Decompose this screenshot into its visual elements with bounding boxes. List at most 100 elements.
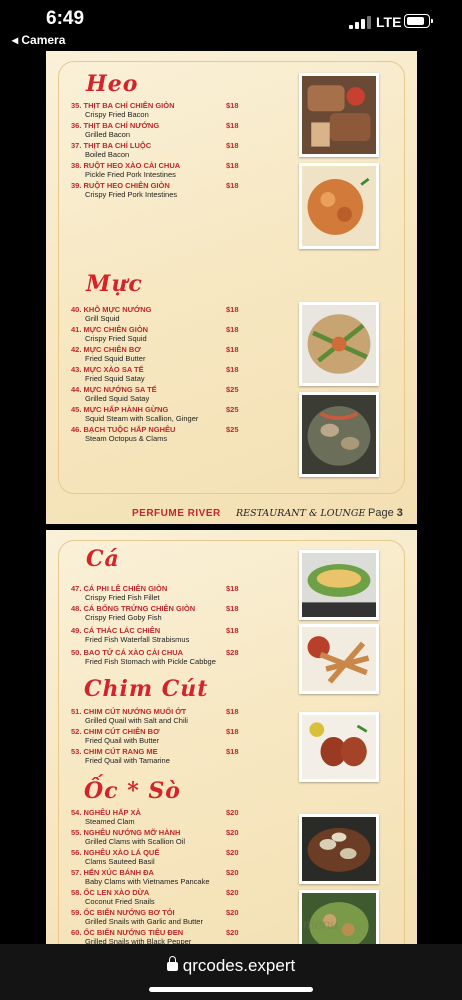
menu-item: 37. THỊT BA CHỈ LUỘC Boiled Bacon $18 xyxy=(71,141,241,163)
battery-icon xyxy=(404,14,433,28)
item-vn-name: 42. MỰC CHIÊN BƠ xyxy=(71,345,141,354)
item-price: $18 xyxy=(226,584,239,593)
item-vn-name: 55. NGHÊU NƯỚNG MỠ HÀNH xyxy=(71,828,181,837)
clams-photo xyxy=(299,814,379,884)
item-vn-name: 53. CHIM CÚT RANG ME xyxy=(71,747,158,756)
page-footer: PERFUME RIVER RESTAURANT & LOUNGE Page 3 xyxy=(46,505,417,524)
section-title-oc-so: Ốc * Sò xyxy=(84,778,181,804)
item-price: $18 xyxy=(226,345,239,354)
item-vn-name: 45. MỰC HẤP HÀNH GỪNG xyxy=(71,405,169,414)
item-price: $20 xyxy=(226,848,239,857)
item-en-name: Coconut Fried Snails xyxy=(85,897,155,906)
quail-photo xyxy=(299,712,379,782)
item-price: $18 xyxy=(226,181,239,190)
item-price: $18 xyxy=(226,325,239,334)
item-vn-name: 35. THỊT BA CHỈ CHIÊN GIÒN xyxy=(71,101,175,110)
item-en-name: Crispy Fried Squid xyxy=(85,334,147,343)
home-indicator[interactable] xyxy=(149,987,313,992)
menu-page-3: Heo 35. THỊT BA CHỈ CHIÊN GIÒN Crispy Fri… xyxy=(46,51,417,524)
item-price: $18 xyxy=(226,707,239,716)
section-title-heo: Heo xyxy=(86,71,139,97)
item-vn-name: 46. BẠCH TUỘC HẤP NGHÊU xyxy=(71,425,176,434)
menu-watermark: menu xyxy=(303,916,339,932)
page-number: Page 3 xyxy=(368,507,403,519)
menu-page-4: Cá 47. CÁ PHI LÊ CHIÊN GIÒN Crispy Fried … xyxy=(46,530,417,974)
item-vn-name: 38. RUỘT HEO XÀO CẢI CHUA xyxy=(71,161,181,170)
menu-item: 58. ỐC LEN XÀO DỪA Coconut Fried Snails $2… xyxy=(71,888,241,910)
section-title-ca: Cá xyxy=(86,546,120,572)
menu-item: 53. CHIM CÚT RANG ME Fried Quail with Tam… xyxy=(71,747,241,769)
item-vn-name: 39. RUỘT HEO CHIÊN GIÒN xyxy=(71,181,170,190)
item-vn-name: 37. THỊT BA CHỈ LUỘC xyxy=(71,141,152,150)
item-en-name: Steamed Clam xyxy=(85,817,135,826)
status-bar: 6:49 ◂ Camera LTE xyxy=(0,0,462,50)
item-en-name: Crispy Fried Bacon xyxy=(85,110,149,119)
menu-item: 38. RUỘT HEO XÀO CẢI CHUA Pickle Fried Po… xyxy=(71,161,241,183)
item-vn-name: 49. CÁ THÁC LÁC CHIÊN xyxy=(71,626,161,635)
network-label: LTE xyxy=(376,14,402,30)
item-en-name: Grilled Squid Satay xyxy=(85,394,150,403)
intestines-photo xyxy=(299,163,379,249)
item-en-name: Fried Quail with Tamarine xyxy=(85,756,170,765)
item-en-name: Crispy Fried Goby Fish xyxy=(85,613,162,622)
item-en-name: Crispy Fried Pork Intestines xyxy=(85,190,178,199)
item-vn-name: 41. MỰC CHIÊN GIÒN xyxy=(71,325,149,334)
menu-item: 51. CHIM CÚT NƯỚNG MUỐI ỚT Grilled Quail … xyxy=(71,707,241,729)
item-vn-name: 60. ỐC BIỂN NƯỚNG TIÊU ĐEN xyxy=(71,928,184,937)
item-en-name: Fried Fish Stomach with Pickle Cabbge xyxy=(85,657,216,666)
item-vn-name: 43. MỰC XÀO SA TẾ xyxy=(71,365,144,374)
back-to-camera-link[interactable]: ◂ Camera xyxy=(12,33,65,47)
item-en-name: Grill Squid xyxy=(85,314,120,323)
item-vn-name: 47. CÁ PHI LÊ CHIÊN GIÒN xyxy=(71,584,168,593)
item-en-name: Fried Squid Butter xyxy=(85,354,146,363)
fish-fillet-photo xyxy=(299,550,379,620)
menu-item: 57. HẾN XÚC BÁNH ĐA Baby Clams with Vietn… xyxy=(71,868,241,890)
squid-photo xyxy=(299,302,379,386)
item-price: $25 xyxy=(226,405,239,414)
item-price: $18 xyxy=(226,747,239,756)
menu-item: 46. BẠCH TUỘC HẤP NGHÊU Steam Octopus & C… xyxy=(71,425,241,447)
item-en-name: Fried Fish Waterfall Strabismus xyxy=(85,635,190,644)
item-price: $18 xyxy=(226,604,239,613)
menu-item: 48. CÁ BỐNG TRỨNG CHIÊN GIÒN Crispy Fried… xyxy=(71,604,241,626)
item-price: $18 xyxy=(226,727,239,736)
item-en-name: Steam Octopus & Clams xyxy=(85,434,168,443)
menu-item: 43. MỰC XÀO SA TẾ Fried Squid Satay $18 xyxy=(71,365,241,387)
item-price: $18 xyxy=(226,161,239,170)
item-vn-name: 48. CÁ BỐNG TRỨNG CHIÊN GIÒN xyxy=(71,604,196,613)
url-display[interactable]: qrcodes.expert xyxy=(0,956,462,976)
menu-item: 39. RUỘT HEO CHIÊN GIÒN Crispy Fried Pork… xyxy=(71,181,241,203)
item-price: $20 xyxy=(226,888,239,897)
menu-item: 55. NGHÊU NƯỚNG MỠ HÀNH Grilled Clams wit… xyxy=(71,828,241,850)
section-title-chim-cut: Chim Cút xyxy=(84,676,209,702)
menu-item: 49. CÁ THÁC LÁC CHIÊN Fried Fish Waterfal… xyxy=(71,626,241,648)
item-price: $20 xyxy=(226,928,239,937)
item-price: $20 xyxy=(226,828,239,837)
url-domain: qrcodes.expert xyxy=(182,956,296,975)
item-price: $25 xyxy=(226,385,239,394)
item-price: $28 xyxy=(226,648,239,657)
menu-item: 59. ỐC BIỂN NƯỚNG BƠ TỎI Grilled Snails w… xyxy=(71,908,241,930)
item-vn-name: 56. NGHÊU XÀO LÁ QUẾ xyxy=(71,848,160,857)
item-vn-name: 54. NGHÊU HẤP XẢ xyxy=(71,808,141,817)
menu-item: 35. THỊT BA CHỈ CHIÊN GIÒN Crispy Fried B… xyxy=(71,101,241,123)
item-en-name: Clams Sauteed Basil xyxy=(85,857,155,866)
item-en-name: Squid Steam with Scallion, Ginger xyxy=(85,414,199,423)
item-price: $18 xyxy=(226,365,239,374)
page-label: Page xyxy=(368,507,394,519)
item-en-name: Grilled Quail with Salt and Chili xyxy=(85,716,188,725)
menu-item: 42. MỰC CHIÊN BƠ Fried Squid Butter $18 xyxy=(71,345,241,367)
item-price: $18 xyxy=(226,121,239,130)
item-vn-name: 36. THỊT BA CHỈ NƯỚNG xyxy=(71,121,160,130)
item-en-name: Boiled Bacon xyxy=(85,150,130,159)
item-en-name: Pickle Fried Pork Intestines xyxy=(85,170,176,179)
menu-item: 54. NGHÊU HẤP XẢ Steamed Clam $20 xyxy=(71,808,241,830)
page-number-value: 3 xyxy=(396,507,403,519)
menu-item: 52. CHIM CÚT CHIÊN BƠ Fried Quail with Bu… xyxy=(71,727,241,749)
item-vn-name: 57. HẾN XÚC BÁNH ĐA xyxy=(71,868,154,877)
item-en-name: Grilled Clams with Scallion Oil xyxy=(85,837,186,846)
item-en-name: Grilled Bacon xyxy=(85,130,131,139)
item-vn-name: 52. CHIM CÚT CHIÊN BƠ xyxy=(71,727,160,736)
menu-item: 36. THỊT BA CHỈ NƯỚNG Grilled Bacon $18 xyxy=(71,121,241,143)
item-price: $18 xyxy=(226,626,239,635)
